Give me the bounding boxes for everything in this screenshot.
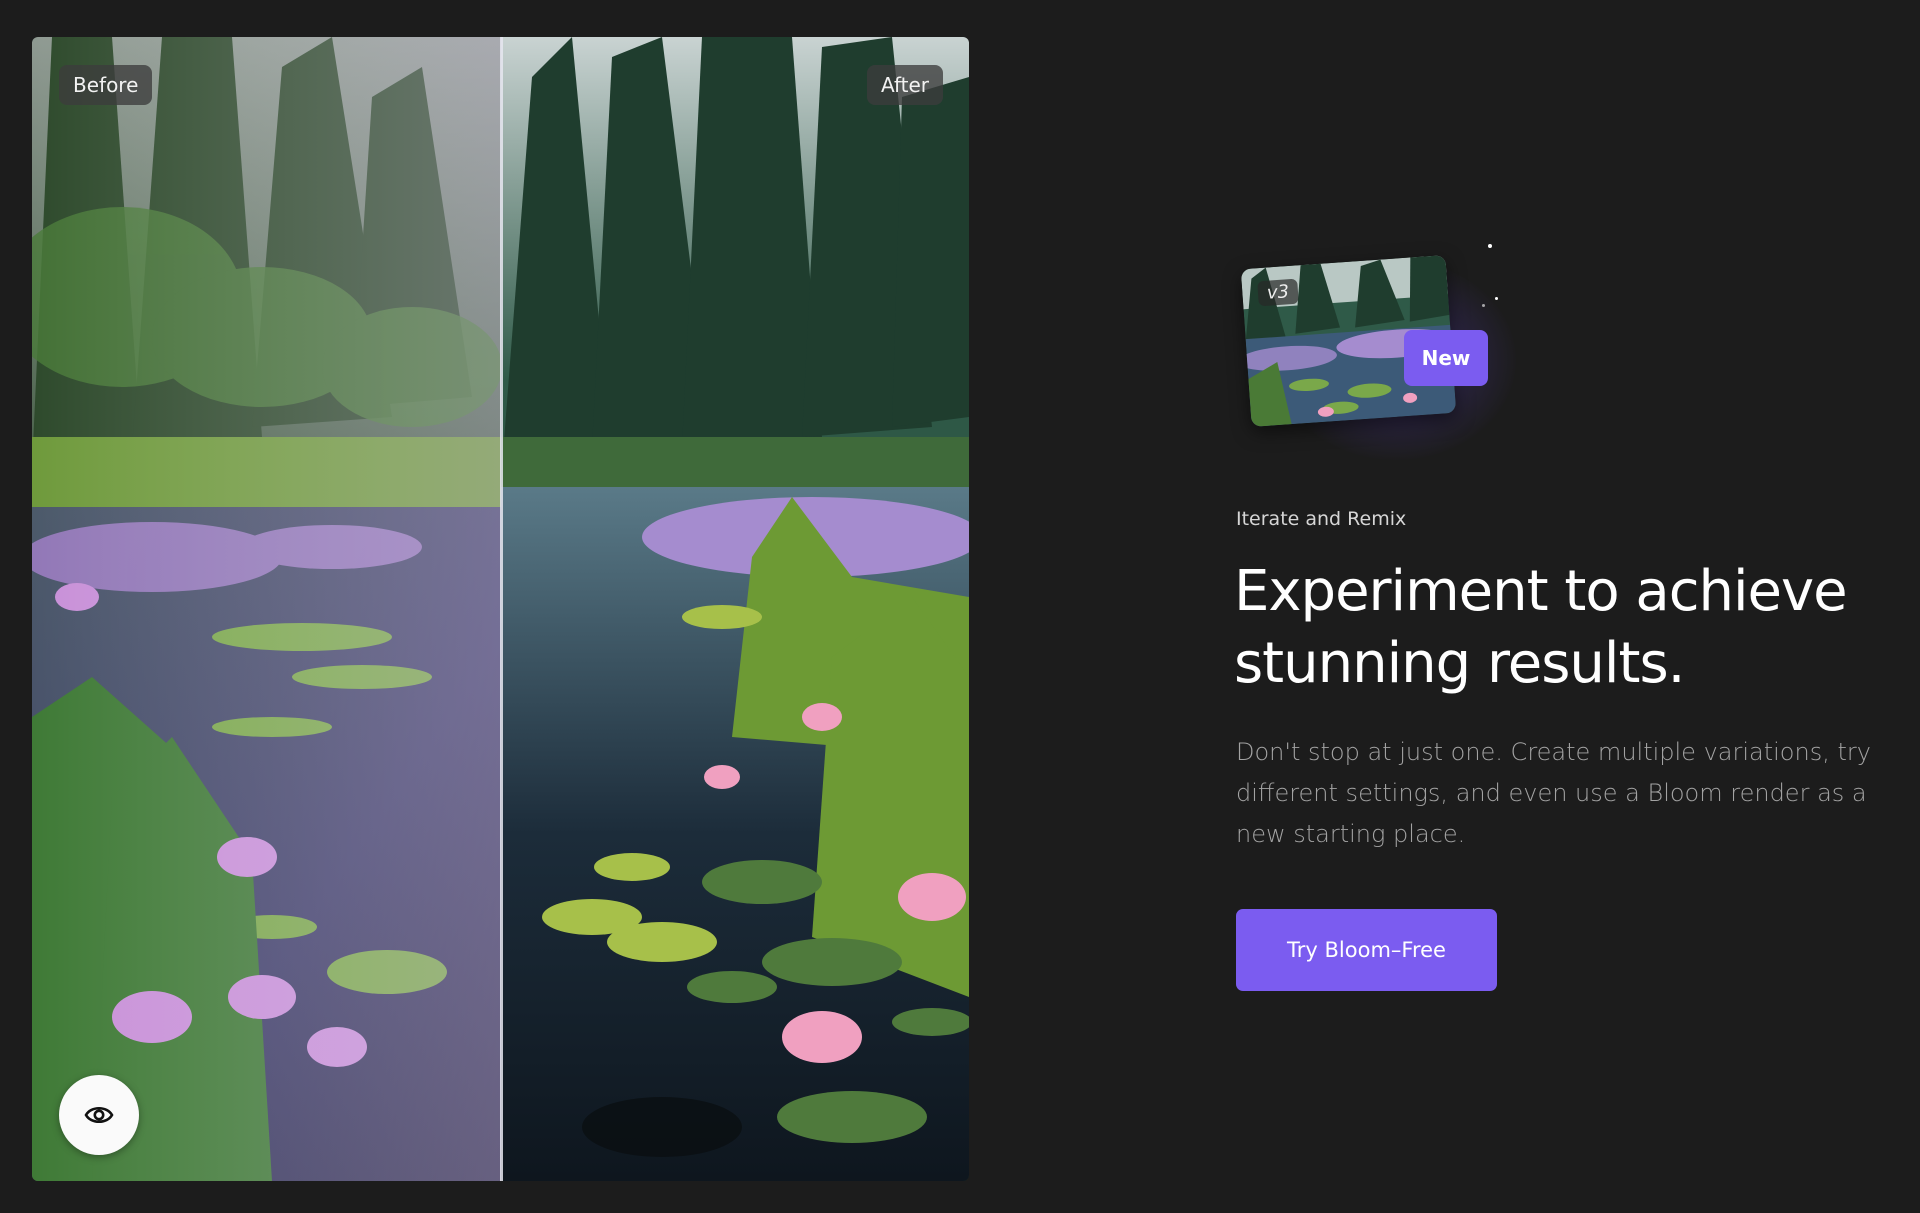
sparkle-icon: [1482, 304, 1485, 307]
sparkle-icon: [1495, 297, 1498, 300]
try-bloom-free-button[interactable]: Try Bloom–Free: [1236, 909, 1497, 991]
eye-icon: [84, 1106, 114, 1124]
version-preview-card: v3 New: [1236, 240, 1536, 460]
comparison-slider-handle[interactable]: [500, 37, 503, 1181]
before-label: Before: [59, 65, 153, 105]
toggle-preview-button[interactable]: [59, 1075, 139, 1155]
page: Before After v3 New Iterate and Remix Ex…: [0, 0, 1920, 1213]
before-after-comparison[interactable]: Before After: [32, 37, 969, 1181]
section-eyebrow: Iterate and Remix: [1236, 508, 1407, 530]
new-badge: New: [1404, 330, 1488, 386]
sparkle-icon: [1488, 244, 1492, 248]
section-headline: Experiment to achieve stunning results.: [1234, 559, 1848, 696]
after-label: After: [866, 65, 943, 105]
version-label: v3: [1257, 278, 1299, 307]
section-description: Don't stop at just one. Create multiple …: [1236, 738, 1871, 848]
